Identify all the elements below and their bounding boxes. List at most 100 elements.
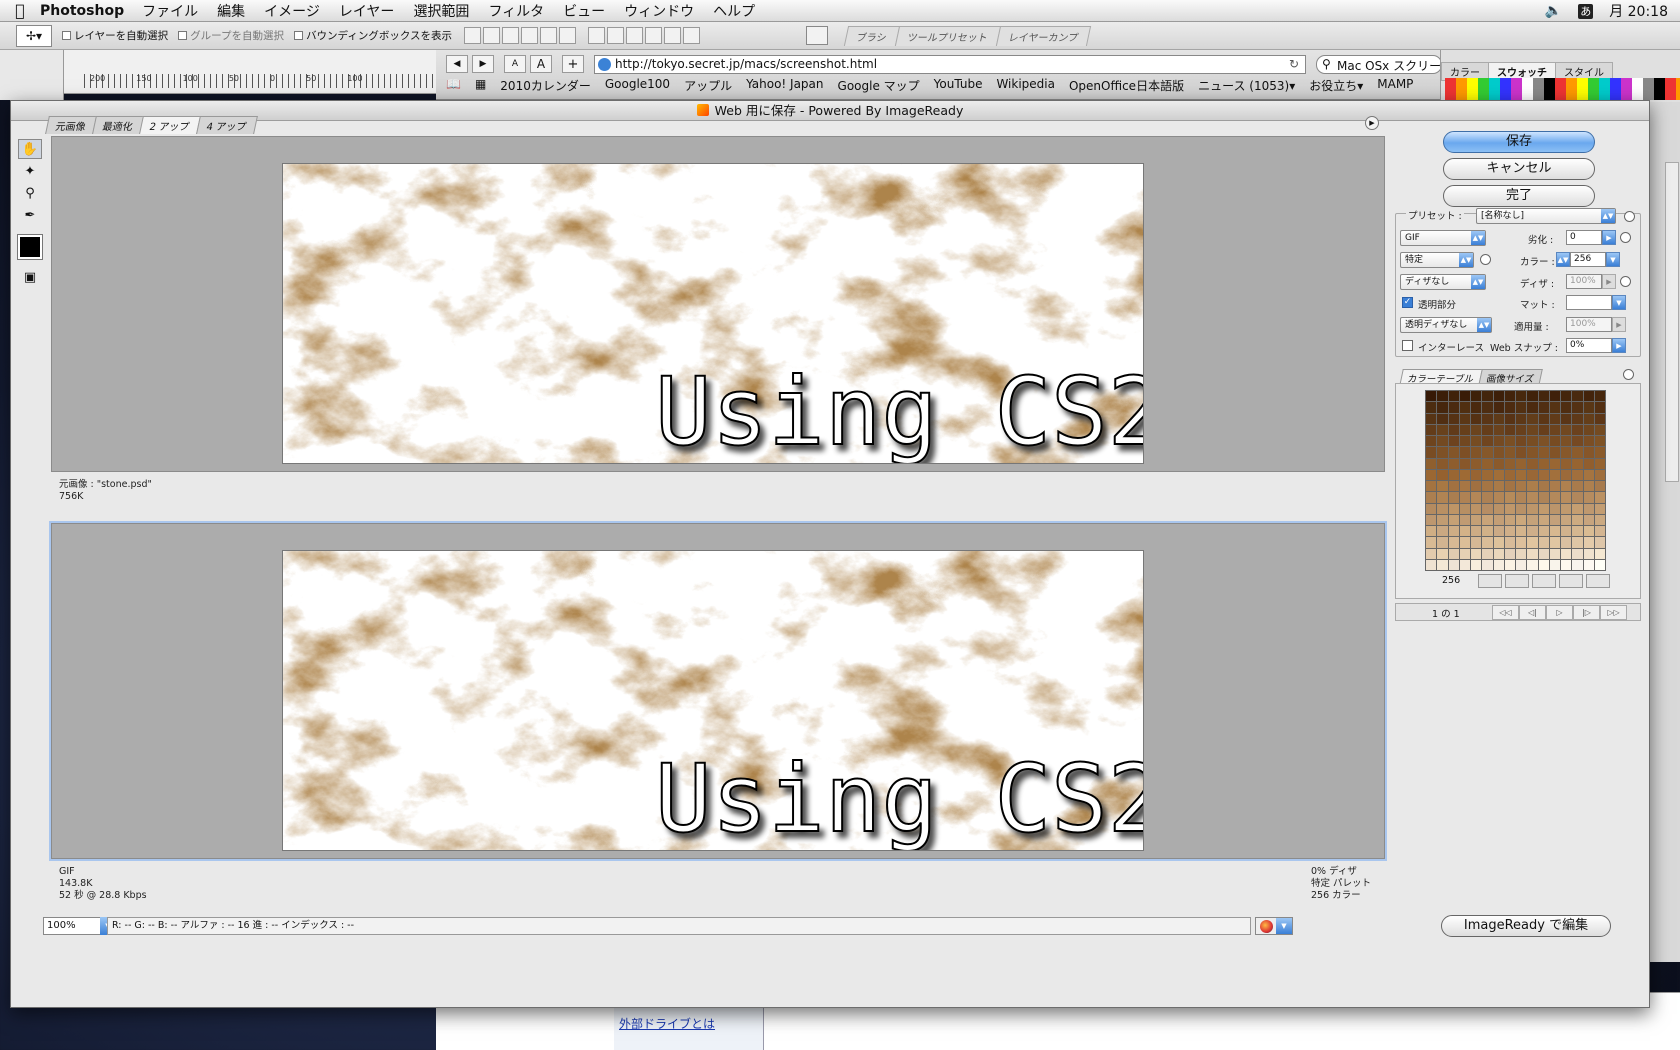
colors-stepper[interactable]: ▲▼ xyxy=(1556,252,1570,267)
color-swatch[interactable] xyxy=(1572,447,1583,458)
color-swatch[interactable] xyxy=(1459,537,1470,548)
color-swatch[interactable] xyxy=(1459,458,1470,469)
bookmark-item[interactable]: Google マップ xyxy=(838,77,920,94)
align-left-icon[interactable] xyxy=(521,27,539,44)
color-swatch[interactable] xyxy=(1504,413,1515,424)
color-swatch[interactable] xyxy=(1572,413,1583,424)
menu-file[interactable]: ファイル xyxy=(142,1,198,21)
color-swatch[interactable] xyxy=(1527,413,1538,424)
color-swatch[interactable] xyxy=(1482,514,1493,525)
distribute-right-icon[interactable] xyxy=(683,27,701,44)
color-swatch[interactable] xyxy=(1482,559,1493,570)
color-swatch[interactable] xyxy=(1527,492,1538,503)
color-swatch[interactable] xyxy=(1448,481,1459,492)
color-swatch[interactable] xyxy=(1437,458,1448,469)
color-swatch[interactable] xyxy=(1426,424,1437,435)
browser-search-field[interactable]: ⚲ Mac OSx スクリー xyxy=(1316,55,1442,74)
color-swatch[interactable] xyxy=(1516,402,1527,413)
color-swatch[interactable] xyxy=(1572,481,1583,492)
color-swatch[interactable] xyxy=(1583,503,1594,514)
color-swatch[interactable] xyxy=(1426,469,1437,480)
zoom-select[interactable]: 100%▼ xyxy=(43,917,116,935)
color-swatch[interactable] xyxy=(1493,537,1504,548)
edit-in-imageready-button[interactable]: ImageReady で編集 xyxy=(1441,915,1611,937)
menu-layer[interactable]: レイヤー xyxy=(339,1,395,21)
color-swatch[interactable] xyxy=(1527,469,1538,480)
color-swatch[interactable] xyxy=(1583,424,1594,435)
color-swatch[interactable] xyxy=(1471,526,1482,537)
color-swatch[interactable] xyxy=(1448,503,1459,514)
color-swatch[interactable] xyxy=(1594,492,1605,503)
color-swatch[interactable] xyxy=(1493,469,1504,480)
color-swatch[interactable] xyxy=(1493,447,1504,458)
color-swatch[interactable] xyxy=(1493,436,1504,447)
align-hcenter-icon[interactable] xyxy=(540,27,558,44)
color-swatch[interactable] xyxy=(1471,469,1482,480)
color-swatch[interactable] xyxy=(1426,559,1437,570)
color-swatch[interactable] xyxy=(1504,402,1515,413)
color-swatch[interactable] xyxy=(1471,559,1482,570)
color-swatch[interactable] xyxy=(1448,447,1459,458)
color-swatch[interactable] xyxy=(1459,481,1470,492)
color-swatch[interactable] xyxy=(1482,458,1493,469)
eyedropper-color-swatch[interactable] xyxy=(17,234,43,260)
color-swatch[interactable] xyxy=(1459,469,1470,480)
color-swatch[interactable] xyxy=(1516,447,1527,458)
color-swatch[interactable] xyxy=(1471,402,1482,413)
done-button[interactable]: 完了 xyxy=(1443,185,1595,207)
amount-slider-button[interactable]: ▶ xyxy=(1612,317,1626,332)
color-swatch[interactable] xyxy=(1426,402,1437,413)
color-swatch[interactable] xyxy=(1482,481,1493,492)
tab-4-up[interactable]: 4 アップ xyxy=(195,116,258,134)
color-swatch[interactable] xyxy=(1437,503,1448,514)
color-swatch[interactable] xyxy=(1471,492,1482,503)
distribute-vcenter-icon[interactable] xyxy=(607,27,625,44)
color-swatch[interactable] xyxy=(1516,436,1527,447)
color-swatch[interactable] xyxy=(1459,436,1470,447)
lossy-field[interactable]: 0 xyxy=(1566,230,1602,245)
color-swatch[interactable] xyxy=(1549,503,1560,514)
zoom-tool-icon[interactable]: ⚲ xyxy=(18,183,42,203)
color-swatch[interactable] xyxy=(1471,391,1482,402)
input-method-icon[interactable]: あ xyxy=(1578,3,1594,19)
bookmark-item[interactable]: アップル xyxy=(684,77,732,94)
color-swatch[interactable] xyxy=(1459,514,1470,525)
first-frame-icon[interactable]: ◁◁ xyxy=(1492,605,1519,620)
color-swatch[interactable] xyxy=(1561,537,1572,548)
color-swatch[interactable] xyxy=(1426,413,1437,424)
color-swatch[interactable] xyxy=(1572,548,1583,559)
color-swatch[interactable] xyxy=(1527,447,1538,458)
bookmark-item[interactable]: MAMP xyxy=(1377,77,1413,94)
color-swatch[interactable] xyxy=(1549,469,1560,480)
align-top-icon[interactable] xyxy=(464,27,482,44)
move-tool-preset-icon[interactable]: ✢▾ xyxy=(16,24,52,47)
color-swatch[interactable] xyxy=(1493,402,1504,413)
color-swatch[interactable] xyxy=(1504,559,1515,570)
color-swatch[interactable] xyxy=(1594,514,1605,525)
url-field[interactable]: http://tokyo.secret.jp/macs/screenshot.h… xyxy=(594,55,1306,74)
color-swatch[interactable] xyxy=(1504,503,1515,514)
cancel-button[interactable]: キャンセル xyxy=(1443,158,1595,180)
color-swatch[interactable] xyxy=(1459,447,1470,458)
color-swatch[interactable] xyxy=(1572,436,1583,447)
color-swatch[interactable] xyxy=(1437,447,1448,458)
next-frame-icon[interactable]: |▷ xyxy=(1573,605,1600,620)
color-swatch[interactable] xyxy=(1504,526,1515,537)
align-bottom-icon[interactable] xyxy=(502,27,520,44)
color-swatch[interactable] xyxy=(1482,469,1493,480)
color-swatch[interactable] xyxy=(1437,469,1448,480)
color-swatch[interactable] xyxy=(1493,514,1504,525)
menu-select[interactable]: 選択範囲 xyxy=(413,1,469,21)
color-swatch[interactable] xyxy=(1504,548,1515,559)
color-swatch[interactable] xyxy=(1471,481,1482,492)
color-swatch[interactable] xyxy=(1527,424,1538,435)
color-swatch[interactable] xyxy=(1437,413,1448,424)
color-swatch[interactable] xyxy=(1426,458,1437,469)
preset-select[interactable]: [名称なし] ▲▼ xyxy=(1476,208,1616,224)
color-swatch[interactable] xyxy=(1583,458,1594,469)
well-tab-brush[interactable]: ブラシ xyxy=(843,26,900,46)
color-swatch[interactable] xyxy=(1594,559,1605,570)
color-swatch[interactable] xyxy=(1538,526,1549,537)
color-swatch[interactable] xyxy=(1561,514,1572,525)
bookmark-item[interactable]: お役立ち▾ xyxy=(1309,77,1363,94)
